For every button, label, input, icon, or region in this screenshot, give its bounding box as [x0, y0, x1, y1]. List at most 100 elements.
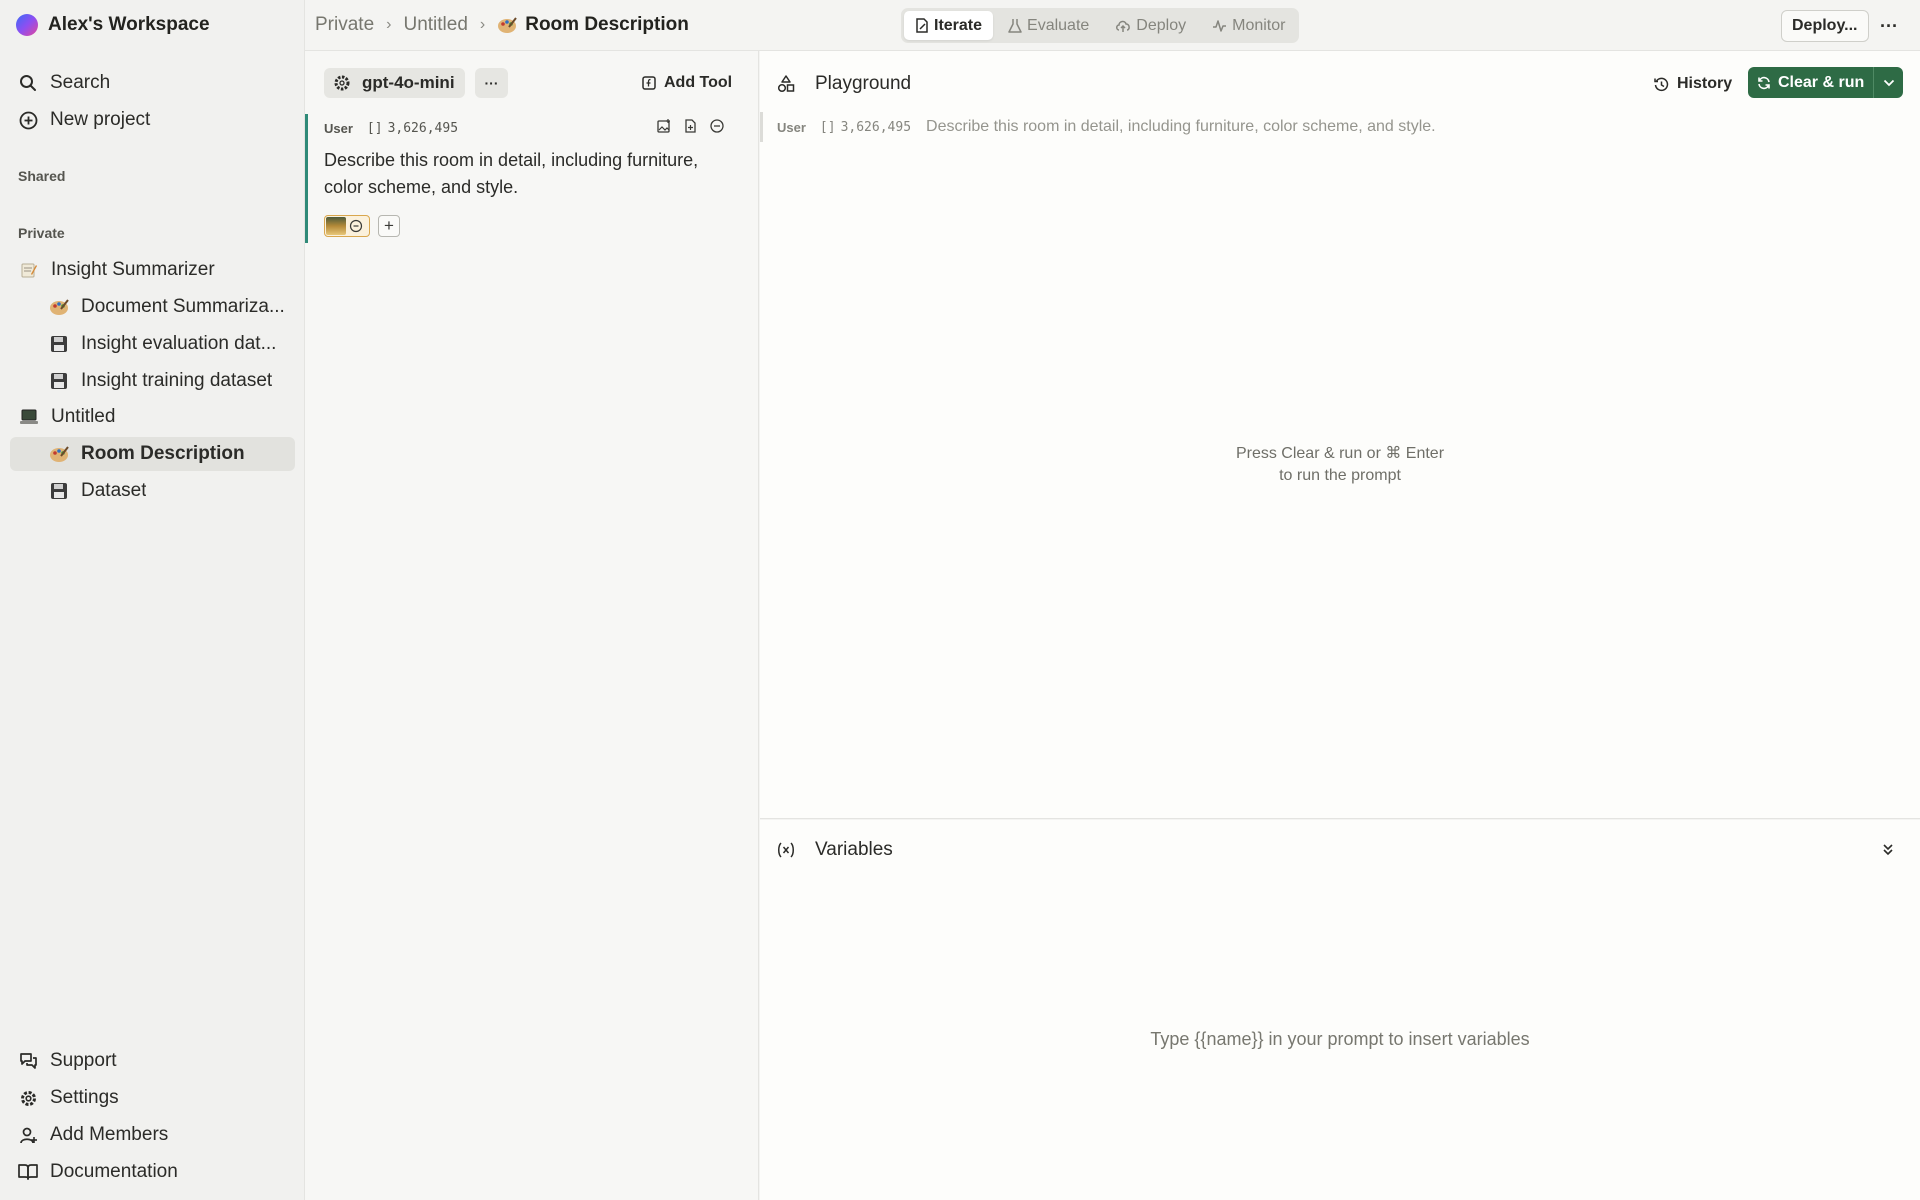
sidebar-documentation-label: Documentation [50, 1161, 178, 1182]
playground-message-role: User [777, 119, 806, 135]
document-edit-icon [915, 18, 929, 33]
refresh-icon [1757, 76, 1771, 90]
tree-item-label: Untitled [51, 406, 116, 427]
image-thumbnail [326, 217, 346, 235]
history-button[interactable]: History [1654, 71, 1732, 97]
history-icon [1654, 77, 1669, 92]
playground-token-count-value: 3,626,495 [840, 119, 912, 135]
sidebar-new-project[interactable]: New project [18, 105, 150, 135]
book-icon [18, 1162, 38, 1182]
clear-and-run-label: Clear & run [1778, 73, 1865, 91]
tree-item-insight-evaluation-dataset[interactable]: Insight evaluation dat... [10, 327, 295, 361]
playground-message: User [] 3,626,495 Describe this room in … [760, 112, 1436, 142]
message-role[interactable]: User [324, 121, 353, 136]
breadcrumb-current[interactable]: Room Description [497, 14, 689, 36]
model-selector[interactable]: gpt-4o-mini [324, 68, 465, 98]
sidebar-search[interactable]: Search [18, 68, 110, 98]
message-bar [760, 112, 763, 142]
chevron-right-icon: › [386, 16, 392, 33]
sidebar: Alex's Workspace Search New project Shar… [0, 0, 305, 1200]
breadcrumb-private[interactable]: Private [315, 14, 374, 36]
sidebar-new-project-label: New project [50, 109, 151, 130]
playground-header: Playground [777, 69, 911, 99]
tab-iterate[interactable]: Iterate [904, 11, 994, 40]
palette-icon [497, 16, 518, 34]
more-options-icon[interactable]: ··· [1877, 14, 1901, 38]
playground-panel: Playground History Clear & run User [] 3… [760, 51, 1920, 819]
plus-circle-icon [18, 110, 38, 130]
tab-monitor[interactable]: Monitor [1201, 11, 1296, 40]
add-tool-label: Add Tool [664, 74, 733, 91]
sidebar-add-members[interactable]: Add Members [18, 1120, 168, 1150]
tree-item-label: Room Description [81, 443, 245, 464]
mode-switcher: Iterate Evaluate Deploy Monitor [901, 8, 1300, 43]
sidebar-settings[interactable]: Settings [18, 1083, 119, 1113]
add-image-icon[interactable] [657, 119, 671, 133]
add-message-button[interactable]: + [378, 215, 400, 237]
playground-title: Playground [815, 73, 912, 94]
deploy-button[interactable]: Deploy... [1781, 10, 1869, 42]
model-more-button[interactable]: ··· [475, 68, 508, 98]
message-focus-bar [305, 114, 308, 243]
top-bar: Private › Untitled › Room Description It… [305, 0, 1920, 51]
playground-message-text: Describe this room in detail, including … [926, 118, 1436, 135]
image-attachment[interactable] [324, 215, 370, 237]
history-label: History [1677, 75, 1733, 92]
message-actions [657, 119, 724, 133]
sidebar-search-label: Search [50, 72, 111, 93]
remove-attachment-icon[interactable] [349, 219, 363, 233]
cloud-upload-icon [1115, 19, 1131, 33]
workspace-logo-icon [16, 14, 38, 36]
empty-state-line-1: Press Clear & run or ⌘ Enter [1235, 445, 1445, 462]
add-file-icon[interactable] [684, 119, 697, 133]
variables-title: Variables [815, 839, 893, 860]
variables-empty-state: Type {{name}} in your prompt to insert v… [1150, 1029, 1530, 1049]
floppy-disk-icon [48, 333, 70, 355]
message-header: User [] 3,626,495 [324, 118, 458, 138]
sidebar-documentation[interactable]: Documentation [18, 1157, 178, 1187]
tree-item-room-description[interactable]: Room Description [10, 437, 295, 471]
tab-monitor-label: Monitor [1232, 16, 1286, 34]
tab-deploy-label: Deploy [1136, 16, 1187, 34]
variables-panel: Variables Type {{name}} in your prompt t… [760, 820, 1920, 1200]
sidebar-add-members-label: Add Members [50, 1124, 169, 1145]
private-section-label: Private [18, 225, 65, 241]
tab-deploy[interactable]: Deploy [1104, 11, 1197, 40]
workspace-switcher[interactable]: Alex's Workspace [16, 12, 210, 38]
tree-item-insight-training-dataset[interactable]: Insight training dataset [10, 364, 295, 398]
tab-evaluate[interactable]: Evaluate [997, 11, 1100, 40]
tree-item-insight-summarizer[interactable]: Insight Summarizer [10, 253, 295, 287]
collapse-icon[interactable] [1881, 842, 1897, 858]
message-text[interactable]: Describe this room in detail, including … [324, 147, 724, 201]
brackets-icon: [] [819, 119, 836, 135]
laptop-icon [18, 406, 40, 428]
tree-item-label: Insight Summarizer [51, 259, 215, 280]
add-tool-button[interactable]: Add Tool [642, 71, 732, 95]
tree-item-document-summarizer[interactable]: Document Summariza... [10, 290, 295, 324]
tree-item-label: Dataset [81, 480, 147, 501]
tree-item-dataset[interactable]: Dataset [10, 474, 295, 508]
tab-iterate-label: Iterate [934, 16, 983, 34]
tree-item-label: Insight training dataset [81, 370, 273, 391]
shared-section-label: Shared [18, 168, 66, 184]
remove-message-icon[interactable] [710, 119, 724, 133]
memo-icon [18, 259, 40, 281]
flask-icon [1008, 18, 1022, 33]
brackets-icon: [] [366, 120, 383, 136]
chevron-right-icon: › [479, 16, 486, 33]
user-plus-icon [18, 1125, 38, 1145]
tab-evaluate-label: Evaluate [1027, 16, 1090, 34]
breadcrumb: Private › Untitled › Room Description [315, 12, 689, 38]
clear-and-run-button[interactable]: Clear & run [1748, 67, 1874, 98]
model-name: gpt-4o-mini [362, 73, 455, 92]
breadcrumb-untitled[interactable]: Untitled [403, 14, 467, 36]
sidebar-settings-label: Settings [50, 1087, 119, 1108]
function-icon [642, 76, 656, 90]
empty-state-line-2: to run the prompt [1279, 467, 1401, 484]
sidebar-support[interactable]: Support [18, 1046, 117, 1076]
tree-item-label: Document Summariza... [81, 296, 285, 317]
variables-header[interactable]: Variables [777, 837, 893, 863]
search-icon [18, 73, 38, 93]
run-options-dropdown[interactable] [1873, 67, 1904, 98]
tree-item-untitled[interactable]: Untitled [10, 400, 295, 434]
